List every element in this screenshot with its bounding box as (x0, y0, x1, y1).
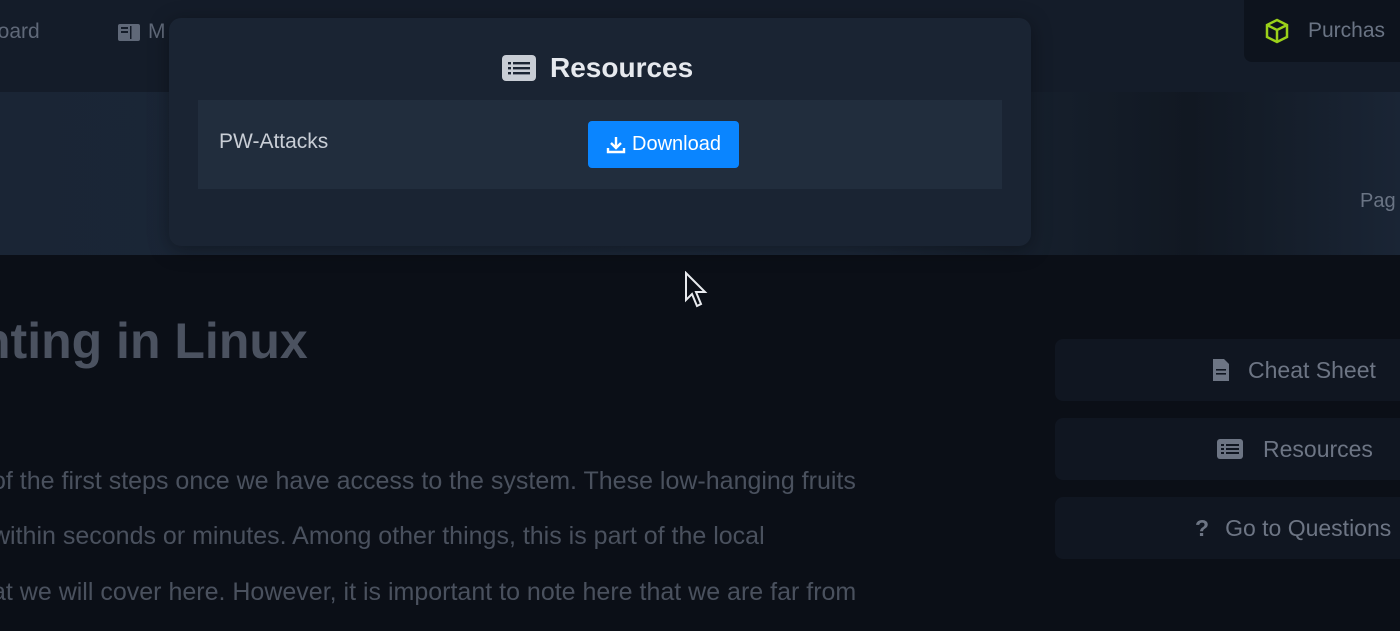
nav-dashboard-label: board (0, 20, 40, 43)
nav-modules-label: M (148, 20, 166, 43)
page-label: Pag (1360, 190, 1396, 212)
mouse-cursor-icon (685, 271, 708, 308)
question-icon: ? (1195, 514, 1210, 541)
cube-icon (1265, 18, 1289, 44)
nav-dashboard[interactable]: board (0, 20, 40, 44)
purchase-button[interactable]: Purchas (1244, 0, 1400, 62)
book-icon (118, 23, 140, 41)
go-to-questions-button[interactable]: ? Go to Questions (1055, 497, 1400, 559)
popup-title-text: Resources (550, 52, 694, 83)
download-icon (606, 136, 626, 153)
page-heading: nting in Linux (0, 313, 308, 369)
cheat-sheet-label: Cheat Sheet (1248, 356, 1376, 383)
download-label: Download (632, 133, 721, 155)
paragraph-line: at we will cover here. However, it is im… (0, 578, 857, 606)
document-icon (1213, 359, 1229, 381)
resources-label: Resources (1263, 435, 1373, 462)
resources-button[interactable]: Resources (1055, 418, 1400, 480)
cheat-sheet-button[interactable]: Cheat Sheet (1055, 339, 1400, 401)
nav-modules[interactable]: M (118, 20, 166, 44)
resource-row: PW-Attacks Download (198, 100, 1002, 189)
list-icon (1217, 439, 1243, 459)
paragraph-line: of the first steps once we have access t… (0, 467, 856, 495)
purchase-label: Purchas (1308, 19, 1386, 42)
popup-title: Resources (502, 52, 693, 84)
paragraph-line: within seconds or minutes. Among other t… (0, 522, 765, 550)
download-button[interactable]: Download (588, 121, 739, 168)
resource-name: PW-Attacks (219, 130, 329, 153)
go-to-questions-label: Go to Questions (1225, 514, 1392, 541)
resources-popup: Resources PW-Attacks Download (169, 18, 1031, 246)
list-icon (502, 55, 536, 81)
